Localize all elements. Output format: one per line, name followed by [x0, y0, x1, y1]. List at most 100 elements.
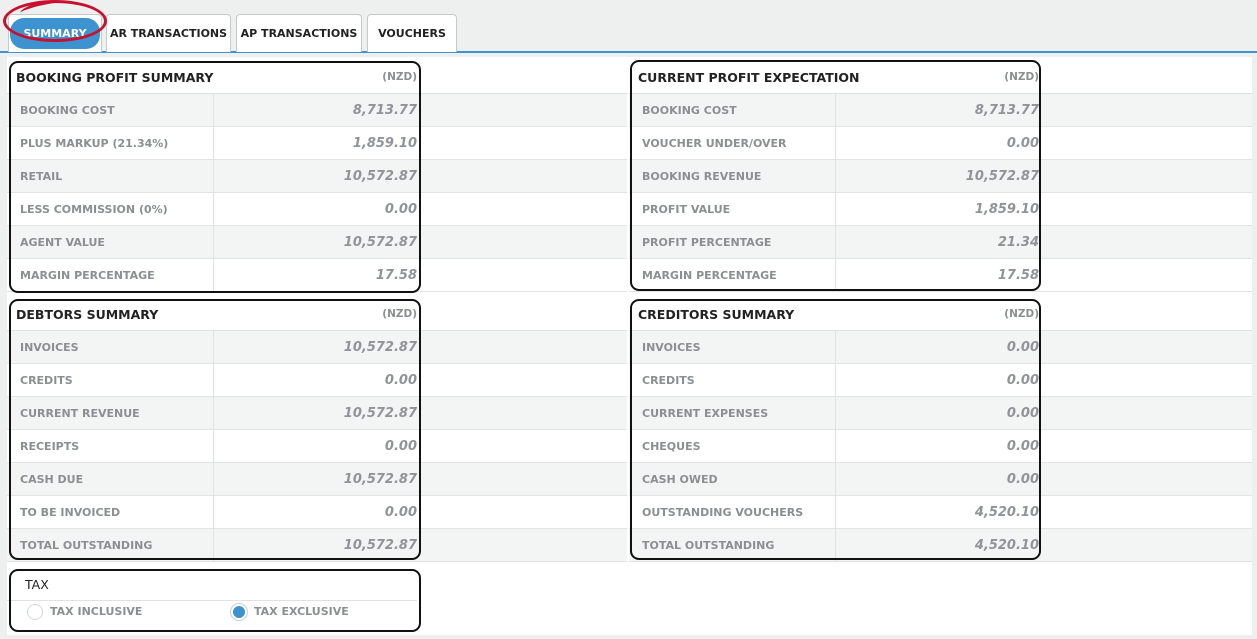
creditors-summary: CREDITORS SUMMARY (NZD) INVOICES 0.00 CR… [629, 298, 1252, 563]
table-row: BOOKING COST 8,713.77 [7, 94, 627, 127]
cell-divider [835, 529, 836, 562]
tab-ar-transactions-label: AR TRANSACTIONS [109, 27, 228, 40]
table-row: RECEIPTS 0.00 [7, 430, 627, 463]
table-row: PLUS MARKUP (21.34%) 1,859.10 [7, 127, 627, 160]
row-label: BOOKING COST [20, 104, 115, 117]
table-row: CASH OWED 0.00 [629, 463, 1252, 496]
row-value: 1,859.10 [352, 136, 417, 151]
tab-ar-transactions[interactable]: AR TRANSACTIONS [106, 14, 231, 52]
table-row: PROFIT PERCENTAGE 21.34 [629, 226, 1252, 259]
cell-divider [835, 463, 836, 496]
table-row: INVOICES 0.00 [629, 331, 1252, 364]
table-row: CASH DUE 10,572.87 [7, 463, 627, 496]
table-row: CURRENT REVENUE 10,572.87 [7, 397, 627, 430]
row-label: TOTAL OUTSTANDING [642, 539, 775, 552]
currency-label: (NZD) [1004, 71, 1039, 83]
debtors-summary: DEBTORS SUMMARY (NZD) INVOICES 10,572.87… [7, 298, 627, 563]
currency-label: (NZD) [1004, 308, 1039, 320]
row-value: 4,520.10 [974, 505, 1039, 520]
row-label: PLUS MARKUP (21.34%) [20, 137, 169, 150]
tab-vouchers[interactable]: VOUCHERS [367, 14, 457, 52]
tax-inclusive-label[interactable]: TAX INCLUSIVE [50, 605, 142, 618]
row-value: 0.00 [1006, 373, 1039, 388]
section-title: DEBTORS SUMMARY [16, 307, 159, 322]
cell-divider [835, 397, 836, 430]
row-label: TO BE INVOICED [20, 506, 121, 519]
row-label: PROFIT PERCENTAGE [642, 236, 772, 249]
cell-divider [213, 226, 214, 259]
table-row: MARGIN PERCENTAGE 17.58 [629, 259, 1252, 292]
tax-inclusive-radio[interactable] [27, 604, 43, 620]
table-row: VOUCHER UNDER/OVER 0.00 [629, 127, 1252, 160]
table-row: PROFIT VALUE 1,859.10 [629, 193, 1252, 226]
row-label: VOUCHER UNDER/OVER [642, 137, 787, 150]
row-value: 10,572.87 [965, 169, 1039, 184]
cell-divider [213, 127, 214, 160]
row-value: 10,572.87 [343, 472, 417, 487]
row-label: OUTSTANDING VOUCHERS [642, 506, 804, 519]
row-value: 0.00 [1006, 340, 1039, 355]
row-label: INVOICES [642, 341, 701, 354]
row-value: 0.00 [1006, 439, 1039, 454]
row-label: CURRENT EXPENSES [642, 407, 769, 420]
row-label: PROFIT VALUE [642, 203, 731, 216]
tab-summary-label: SUMMARY [10, 18, 100, 49]
cell-divider [213, 430, 214, 463]
table-row: CREDITS 0.00 [629, 364, 1252, 397]
row-value: 17.58 [375, 268, 417, 283]
table-row: CURRENT EXPENSES 0.00 [629, 397, 1252, 430]
section-title: CURRENT PROFIT EXPECTATION [638, 70, 860, 85]
table-row: BOOKING COST 8,713.77 [629, 94, 1252, 127]
row-value: 10,572.87 [343, 538, 417, 553]
row-value: 4,520.10 [974, 538, 1039, 553]
row-value: 10,572.87 [343, 235, 417, 250]
tab-bar: SUMMARY AR TRANSACTIONS AP TRANSACTIONS … [0, 12, 1257, 53]
row-label: RETAIL [20, 170, 63, 183]
row-value: 0.00 [384, 505, 417, 520]
tax-exclusive-radio[interactable] [231, 604, 247, 620]
table-row: RETAIL 10,572.87 [7, 160, 627, 193]
currency-label: (NZD) [382, 308, 417, 320]
row-label: TOTAL OUTSTANDING [20, 539, 153, 552]
row-value: 1,859.10 [974, 202, 1039, 217]
row-value: 0.00 [384, 439, 417, 454]
currency-label: (NZD) [382, 71, 417, 83]
cell-divider [835, 430, 836, 463]
section-title: CREDITORS SUMMARY [638, 307, 795, 322]
table-row: AGENT VALUE 10,572.87 [7, 226, 627, 259]
tab-vouchers-label: VOUCHERS [378, 27, 446, 40]
tab-ap-transactions-label: AP TRANSACTIONS [240, 27, 358, 40]
table-row: CREDITS 0.00 [7, 364, 627, 397]
row-label: CASH DUE [20, 473, 84, 486]
row-value: 0.00 [1006, 406, 1039, 421]
row-label: MARGIN PERCENTAGE [20, 269, 155, 282]
summary-content: BOOKING PROFIT SUMMARY (NZD) BOOKING COS… [7, 57, 1252, 635]
cell-divider [835, 259, 836, 292]
row-value: 0.00 [1006, 472, 1039, 487]
booking-profit-summary: BOOKING PROFIT SUMMARY (NZD) BOOKING COS… [7, 57, 627, 292]
cell-divider [213, 160, 214, 193]
row-label: CREDITS [642, 374, 695, 387]
cell-divider [213, 259, 214, 292]
row-value: 17.58 [997, 268, 1039, 283]
row-label: LESS COMMISSION (0%) [20, 203, 168, 216]
row-label: RECEIPTS [20, 440, 80, 453]
cell-divider [835, 193, 836, 226]
row-value: 10,572.87 [343, 406, 417, 421]
tab-summary[interactable]: SUMMARY [8, 14, 102, 52]
table-row: LESS COMMISSION (0%) 0.00 [7, 193, 627, 226]
tax-exclusive-label[interactable]: TAX EXCLUSIVE [254, 605, 349, 618]
row-value: 21.34 [997, 235, 1039, 250]
section-title: BOOKING PROFIT SUMMARY [16, 70, 214, 85]
cell-divider [835, 94, 836, 127]
cell-divider [213, 496, 214, 529]
table-row: TO BE INVOICED 0.00 [7, 496, 627, 529]
table-row: TOTAL OUTSTANDING 4,520.10 [629, 529, 1252, 562]
cell-divider [213, 364, 214, 397]
table-row: CHEQUES 0.00 [629, 430, 1252, 463]
row-value: 8,713.77 [352, 103, 417, 118]
row-value: 10,572.87 [343, 169, 417, 184]
tab-ap-transactions[interactable]: AP TRANSACTIONS [236, 14, 362, 52]
current-profit-expectation: CURRENT PROFIT EXPECTATION (NZD) BOOKING… [629, 57, 1252, 292]
cell-divider [213, 193, 214, 226]
